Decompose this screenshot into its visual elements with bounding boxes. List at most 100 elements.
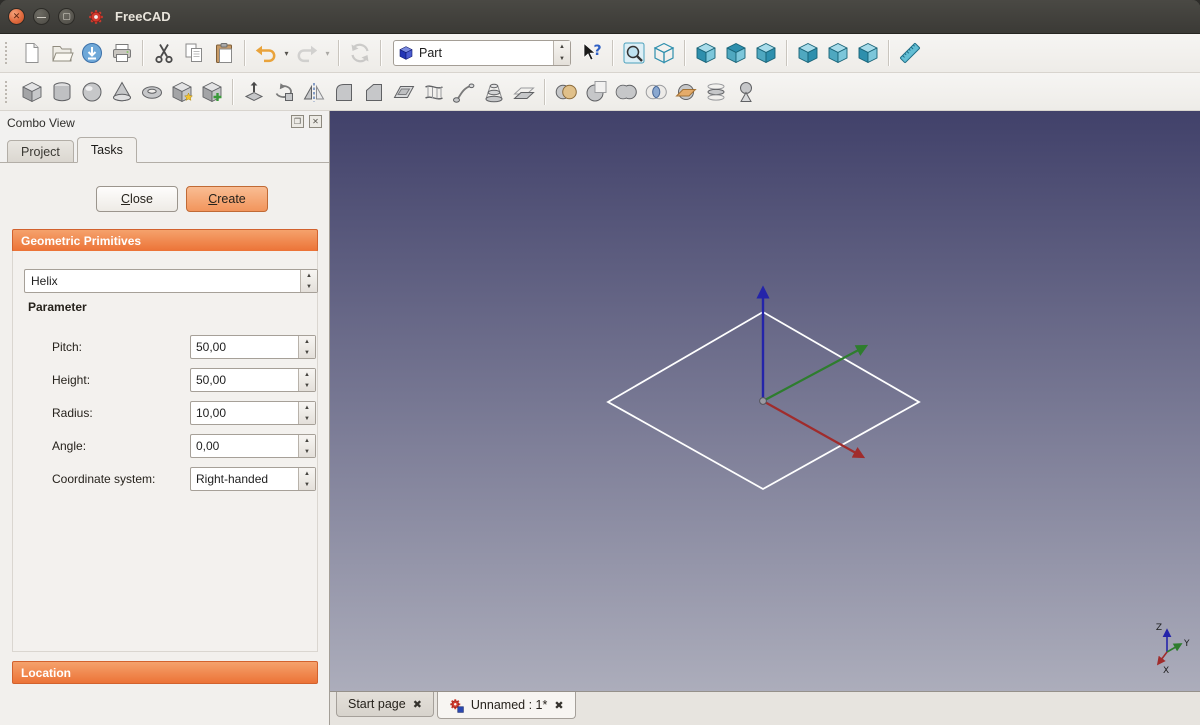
angle-spin-down[interactable]: ▼ — [299, 446, 315, 457]
part-ruled-surface-button[interactable] — [419, 77, 449, 107]
copy-button[interactable] — [179, 38, 209, 68]
pitch-spin-buttons[interactable]: ▲▼ — [298, 336, 315, 358]
paste-button[interactable] — [209, 38, 239, 68]
angle-input[interactable]: 0,00▲▼ — [190, 434, 316, 458]
save-button[interactable] — [77, 38, 107, 68]
part-shape-builder-icon — [200, 80, 224, 104]
view-axonometric-button[interactable] — [649, 38, 679, 68]
part-torus-button[interactable] — [137, 77, 167, 107]
pitch-spin-down[interactable]: ▼ — [299, 347, 315, 358]
radius-input[interactable]: 10,00▲▼ — [190, 401, 316, 425]
cut-button[interactable] — [149, 38, 179, 68]
primitive-type-arrows[interactable]: ▲▼ — [300, 270, 317, 292]
pitch-spin-up[interactable]: ▲ — [299, 336, 315, 347]
redo-dropdown-button[interactable]: ▾ — [322, 38, 333, 68]
window-minimize-button[interactable]: — — [33, 8, 50, 25]
radius-spin-buttons[interactable]: ▲▼ — [298, 402, 315, 424]
height-spin-up[interactable]: ▲ — [299, 369, 315, 380]
part-union-icon — [614, 80, 638, 104]
view-rear-button[interactable] — [793, 38, 823, 68]
parameter-rows: Pitch:50,00▲▼Height:50,00▲▼Radius:10,00▲… — [0, 335, 330, 505]
height-input[interactable]: 50,00▲▼ — [190, 368, 316, 392]
view-bottom-button[interactable] — [823, 38, 853, 68]
whats-this-button[interactable]: ? — [577, 38, 607, 68]
part-sphere-button[interactable] — [77, 77, 107, 107]
part-cross-sections-button[interactable] — [701, 77, 731, 107]
section-header-geometric-primitives[interactable]: Geometric Primitives — [12, 229, 318, 252]
part-make-face-button[interactable] — [389, 77, 419, 107]
coordinate-system-spin-buttons[interactable]: ▲▼ — [298, 468, 315, 490]
view-left-button[interactable] — [853, 38, 883, 68]
coordinate-system-value: Right-handed — [191, 468, 298, 490]
open-button[interactable] — [47, 38, 77, 68]
part-cut-button[interactable] — [581, 77, 611, 107]
document-tab-unnamed[interactable]: Unnamed : 1*✖ — [437, 692, 576, 719]
part-boolean-button[interactable] — [551, 77, 581, 107]
window-maximize-button[interactable]: ▢ — [58, 8, 75, 25]
part-cylinder-button[interactable] — [47, 77, 77, 107]
tab-project[interactable]: Project — [7, 140, 74, 163]
undo-button[interactable] — [251, 38, 281, 68]
combo-view-tabbar: ProjectTasks — [0, 135, 330, 163]
part-shape-builder-button[interactable] — [197, 77, 227, 107]
primitive-type-select[interactable]: Helix ▲▼ — [24, 269, 318, 293]
close-tab-icon[interactable]: ✖ — [554, 699, 563, 712]
coordinate-system-spin-down[interactable]: ▼ — [299, 479, 315, 490]
measure-distance-button[interactable] — [895, 38, 925, 68]
height-spin-buttons[interactable]: ▲▼ — [298, 369, 315, 391]
dock-float-icon[interactable]: ❐ — [291, 115, 304, 128]
angle-spin-up[interactable]: ▲ — [299, 435, 315, 446]
view-rear-icon — [796, 41, 820, 65]
fit-all-button[interactable] — [619, 38, 649, 68]
part-sweep-button[interactable] — [449, 77, 479, 107]
print-button[interactable] — [107, 38, 137, 68]
view-front-button[interactable] — [691, 38, 721, 68]
undo-dropdown-button[interactable]: ▾ — [281, 38, 292, 68]
part-box-button[interactable] — [17, 77, 47, 107]
part-cone-button[interactable] — [107, 77, 137, 107]
close-tab-icon[interactable]: ✖ — [413, 698, 422, 711]
parameter-row-radius: Radius:10,00▲▼ — [0, 401, 330, 425]
document-tab-start-page[interactable]: Start page✖ — [336, 692, 434, 717]
part-revolve-button[interactable] — [269, 77, 299, 107]
part-section-icon — [674, 80, 698, 104]
coordinate-system-spin-up[interactable]: ▲ — [299, 468, 315, 479]
part-chamfer-icon — [362, 80, 386, 104]
part-section-button[interactable] — [671, 77, 701, 107]
coordinate-system-label: Coordinate system: — [52, 472, 155, 486]
part-compound-button[interactable] — [731, 77, 761, 107]
part-cross-sections-icon — [704, 80, 728, 104]
close-button[interactable]: Close — [96, 186, 178, 212]
toolbar-drag-handle[interactable] — [5, 42, 12, 64]
toolbar-separator — [380, 40, 382, 66]
radius-spin-up[interactable]: ▲ — [299, 402, 315, 413]
toolbar-separator — [888, 40, 890, 66]
dock-close-icon[interactable]: ✕ — [309, 115, 322, 128]
pitch-input[interactable]: 50,00▲▼ — [190, 335, 316, 359]
view-top-button[interactable] — [721, 38, 751, 68]
part-union-button[interactable] — [611, 77, 641, 107]
part-mirror-button[interactable] — [299, 77, 329, 107]
angle-spin-buttons[interactable]: ▲▼ — [298, 435, 315, 457]
part-chamfer-button[interactable] — [359, 77, 389, 107]
part-loft-button[interactable] — [479, 77, 509, 107]
toolbar-drag-handle[interactable] — [5, 81, 12, 103]
radius-spin-down[interactable]: ▼ — [299, 413, 315, 424]
part-offset-button[interactable] — [509, 77, 539, 107]
new-document-button[interactable] — [17, 38, 47, 68]
3d-viewport[interactable]: Z Y X — [330, 111, 1200, 691]
part-extrude-button[interactable] — [239, 77, 269, 107]
part-primitives-button[interactable] — [167, 77, 197, 107]
workbench-selector[interactable]: Part▲▼ — [393, 40, 571, 66]
height-spin-down[interactable]: ▼ — [299, 380, 315, 391]
part-fillet-button[interactable] — [329, 77, 359, 107]
window-close-button[interactable]: ✕ — [8, 8, 25, 25]
view-right-button[interactable] — [751, 38, 781, 68]
section-header-location[interactable]: Location — [12, 661, 318, 684]
workbench-selector-arrows[interactable]: ▲▼ — [553, 41, 570, 65]
part-intersection-button[interactable] — [641, 77, 671, 107]
view-axonometric-icon — [652, 41, 676, 65]
create-button[interactable]: Create — [186, 186, 268, 212]
coordinate-system-input[interactable]: Right-handed▲▼ — [190, 467, 316, 491]
tab-tasks[interactable]: Tasks — [77, 137, 137, 163]
